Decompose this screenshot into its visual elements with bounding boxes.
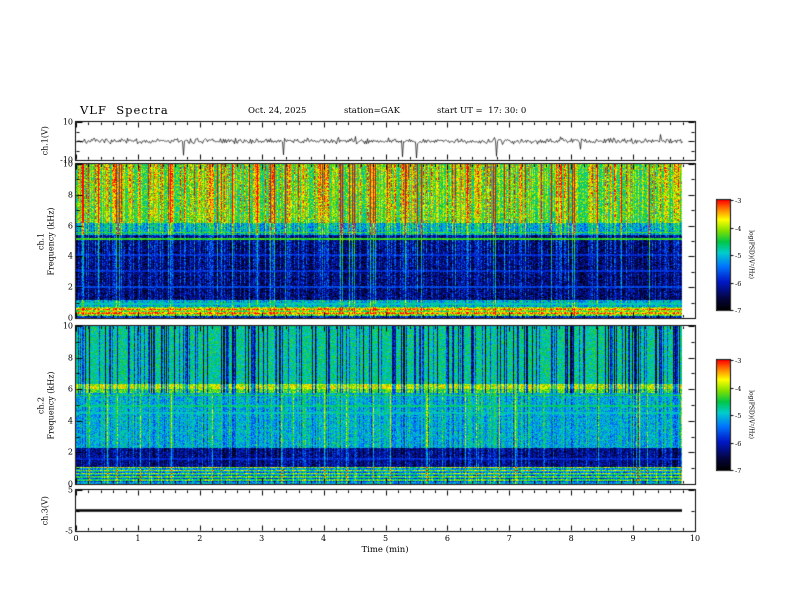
ch2-colorbar-axis-label: log(PSD)(V²/Hz) xyxy=(747,390,755,439)
colorbar-tick-label: -6 xyxy=(735,279,742,288)
colorbar-tick-label: -5 xyxy=(735,251,742,260)
y-tick-label: 6 xyxy=(67,384,73,394)
y-tick-label: 6 xyxy=(67,221,73,231)
y-tick-label: 10 xyxy=(62,321,73,331)
y-tick-label: 8 xyxy=(67,353,73,363)
time-axis-label: Time (min) xyxy=(361,545,409,555)
ch1-frequency-axis-label: ch.1 Frequency (kHz) xyxy=(37,182,56,302)
x-tick-label: 9 xyxy=(630,534,636,543)
axis-label-text: ch.2 xyxy=(36,396,46,415)
colorbar-tick-label: -4 xyxy=(735,224,742,233)
colorbar-tick-label: -4 xyxy=(735,384,742,393)
colorbar-tick-label: -6 xyxy=(735,439,742,448)
x-tick-label: 0 xyxy=(73,534,79,543)
y-tick-label: 4 xyxy=(67,416,73,426)
vlf-spectra-figure: VLF Spectra Oct. 24, 2025 station=GAK st… xyxy=(0,0,792,612)
x-tick-label: 3 xyxy=(259,534,265,543)
y-tick-label: 2 xyxy=(67,447,73,457)
ch1-colorbar-axis-label: log(PSD)(V²/Hz) xyxy=(747,230,755,279)
ch2-frequency-axis-label: ch.2 Frequency (kHz) xyxy=(37,346,56,466)
axis-label-text: Frequency (kHz) xyxy=(46,207,55,276)
x-tick-label: 4 xyxy=(321,534,327,543)
axis-label-text: Frequency (kHz) xyxy=(46,371,55,440)
ch3-voltage-axis-label: ch.3(V) xyxy=(40,481,50,541)
y-tick-label: 8 xyxy=(67,190,73,200)
y-tick-label: 4 xyxy=(67,251,73,261)
y-tick-label: 2 xyxy=(67,282,73,292)
y-tick-label: -5 xyxy=(65,526,73,536)
y-tick-label: 10 xyxy=(62,117,73,127)
axis-label-text: ch.3(V) xyxy=(40,496,50,526)
colorbar-tick-label: -3 xyxy=(735,356,742,365)
colorbar-tick-label: -3 xyxy=(735,196,742,205)
axes-overlay xyxy=(0,0,792,612)
x-tick-label: 7 xyxy=(506,534,512,543)
colorbar-tick-label: -5 xyxy=(735,411,742,420)
x-tick-label: 5 xyxy=(382,534,389,543)
ch1-voltage-axis-label: ch.1(V) xyxy=(40,111,50,171)
y-tick-label: 10 xyxy=(62,159,73,169)
x-tick-label: 8 xyxy=(568,534,574,543)
x-tick-label: 6 xyxy=(444,534,450,543)
axis-label-text: ch.1 xyxy=(36,232,46,251)
x-tick-label: 2 xyxy=(197,534,203,543)
y-tick-label: 5 xyxy=(67,485,73,495)
x-tick-label: 1 xyxy=(135,534,141,543)
colorbar-tick-label: -7 xyxy=(735,466,742,475)
x-tick-label: 10 xyxy=(689,534,701,543)
colorbar-tick-label: -7 xyxy=(735,306,742,315)
axis-label-text: ch.1(V) xyxy=(40,126,50,156)
